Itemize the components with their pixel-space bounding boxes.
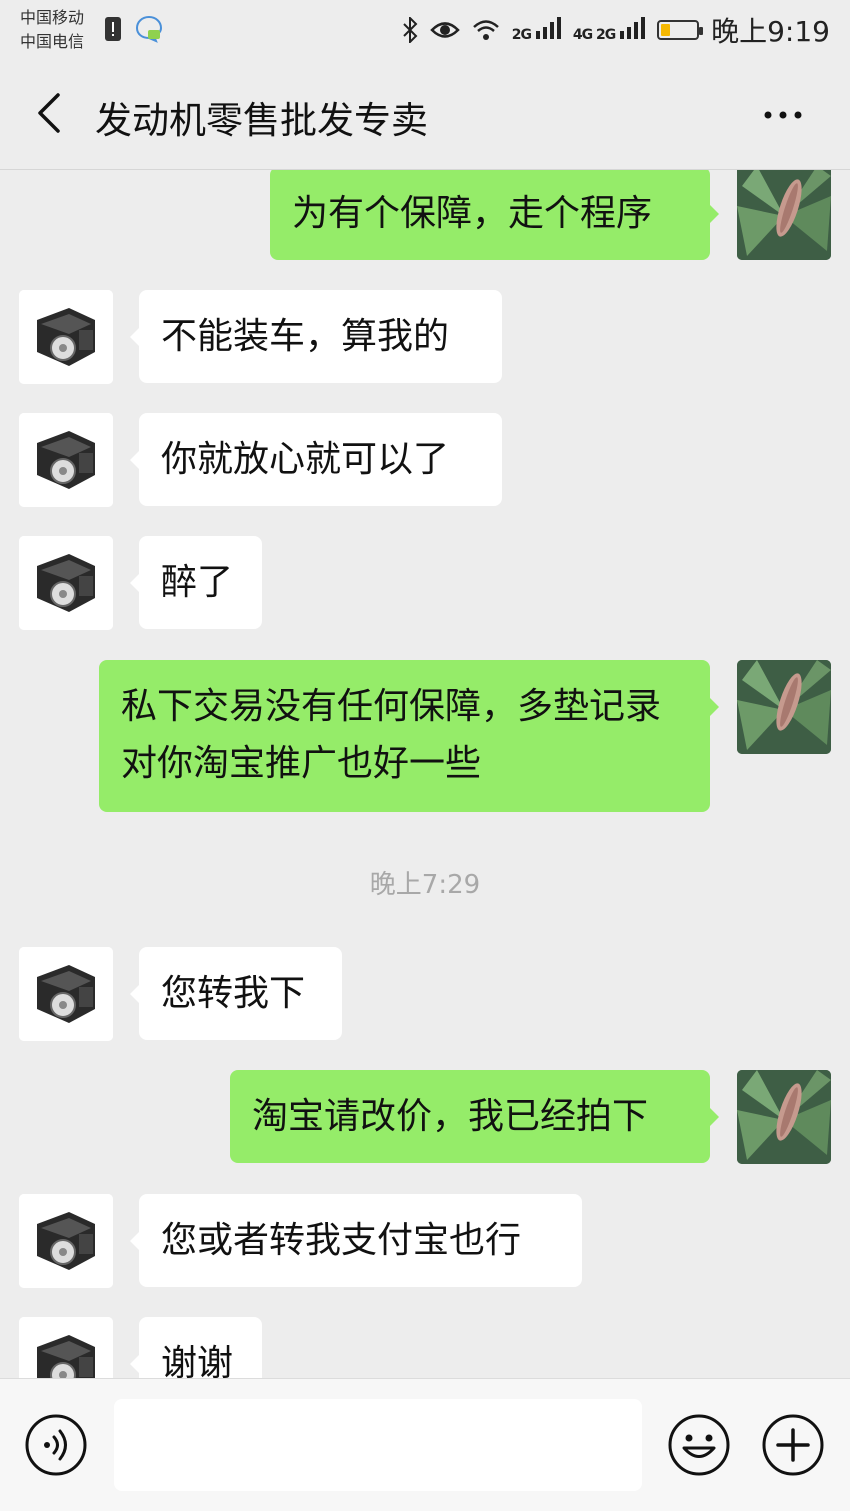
engine-avatar-icon xyxy=(19,947,113,1041)
chevron-left-icon[interactable] xyxy=(28,88,78,138)
voice-icon[interactable] xyxy=(24,1413,88,1477)
incoming-message[interactable]: 谢谢 xyxy=(130,1317,262,1378)
time-separator: 晚上7:29 xyxy=(369,870,481,900)
plant-avatar-icon xyxy=(737,170,831,260)
outgoing-message[interactable]: 淘宝请改价，我已经拍下 xyxy=(230,1070,719,1163)
avatar[interactable] xyxy=(19,290,113,384)
outgoing-message[interactable]: 私下交易没有任何保障，多垫记录对你淘宝推广也好一些 xyxy=(99,660,719,812)
avatar[interactable] xyxy=(737,660,831,754)
incoming-message[interactable]: 你就放心就可以了 xyxy=(130,413,502,506)
avatar[interactable] xyxy=(737,170,831,260)
incoming-message[interactable]: 醉了 xyxy=(130,536,262,629)
alert-icon xyxy=(105,17,121,41)
carrier-1: 中国移动 xyxy=(20,8,85,27)
carrier-2: 中国电信 xyxy=(20,32,85,51)
engine-avatar-icon xyxy=(19,413,113,507)
plant-avatar-icon xyxy=(737,1070,831,1164)
carrier-labels: 中国移动 中国电信 xyxy=(20,6,84,54)
more-dots-icon[interactable] xyxy=(758,90,808,140)
plant-avatar-icon xyxy=(737,660,831,754)
engine-avatar-icon xyxy=(19,536,113,630)
battery-icon xyxy=(657,20,704,40)
outgoing-message[interactable]: 为有个保障，走个程序 xyxy=(270,170,719,260)
signal-2: 4G 2G xyxy=(573,17,646,43)
avatar[interactable] xyxy=(737,1070,831,1164)
avatar[interactable] xyxy=(19,947,113,1041)
notification-icons xyxy=(104,14,164,44)
page-title: 发动机零售批发专卖 xyxy=(95,99,428,142)
message-list[interactable]: 为有个保障，走个程序 不能装车，算我的 你就放心就可以了 醉了 私下交易没有任何… xyxy=(0,170,850,1378)
chat-header: 发动机零售批发专卖 xyxy=(0,60,850,170)
bluetooth-icon xyxy=(403,17,418,43)
status-bar: 中国移动 中国电信 2G 4G 2G 晚上9:19 xyxy=(0,0,850,60)
message-bubble-icon xyxy=(135,15,163,43)
signal-bars-icon xyxy=(620,17,646,39)
avatar[interactable] xyxy=(19,1317,113,1378)
clock: 晚上9:19 xyxy=(711,15,830,48)
avatar[interactable] xyxy=(19,1194,113,1288)
plus-icon[interactable] xyxy=(761,1413,825,1477)
wifi-icon xyxy=(472,20,499,40)
input-bar xyxy=(0,1378,850,1511)
engine-avatar-icon xyxy=(19,1194,113,1288)
incoming-message[interactable]: 您或者转我支付宝也行 xyxy=(130,1194,582,1287)
incoming-message[interactable]: 不能装车，算我的 xyxy=(130,290,502,383)
avatar[interactable] xyxy=(19,413,113,507)
message-input[interactable] xyxy=(114,1399,642,1491)
engine-avatar-icon xyxy=(19,290,113,384)
signal-bars-icon xyxy=(535,17,561,39)
engine-avatar-icon xyxy=(19,1317,113,1378)
eye-icon xyxy=(430,22,460,38)
avatar[interactable] xyxy=(19,536,113,630)
incoming-message[interactable]: 您转我下 xyxy=(130,947,342,1040)
emoji-icon[interactable] xyxy=(667,1413,731,1477)
signal-1: 2G xyxy=(512,17,561,43)
status-right: 2G 4G 2G 晚上9:19 xyxy=(402,10,830,50)
